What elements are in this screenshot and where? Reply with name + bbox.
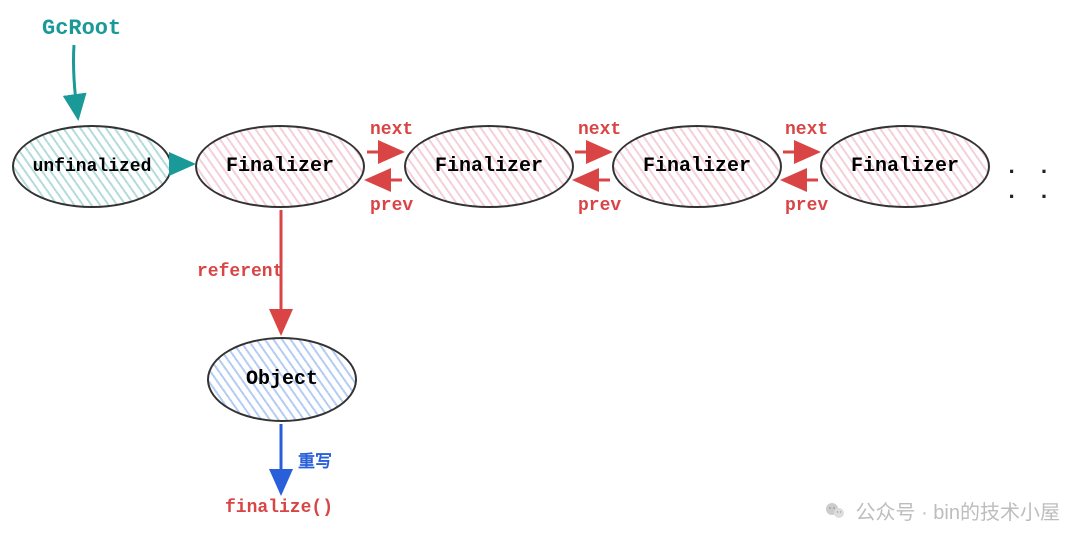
node-object-text: Object	[246, 368, 318, 391]
wechat-icon	[824, 499, 848, 523]
node-finalizer-3-text: Finalizer	[643, 155, 751, 178]
arrows-overlay	[0, 0, 1080, 543]
label-finalize: finalize()	[225, 498, 333, 518]
label-prev-23: prev	[578, 196, 621, 216]
node-unfinalized-text: unfinalized	[33, 157, 152, 177]
arrow-gcroot-to-unfinalized	[74, 45, 79, 118]
node-finalizer-1-text: Finalizer	[226, 155, 334, 178]
label-referent: referent	[197, 262, 283, 282]
node-finalizer-4: Finalizer	[820, 125, 990, 208]
ellipsis: . . . .	[1005, 155, 1080, 205]
node-unfinalized: unfinalized	[12, 125, 172, 208]
label-next-23: next	[578, 120, 621, 140]
node-finalizer-4-text: Finalizer	[851, 155, 959, 178]
node-object: Object	[207, 337, 357, 422]
watermark: 公众号 · bin的技术小屋	[824, 496, 1060, 525]
node-finalizer-2-text: Finalizer	[435, 155, 543, 178]
node-finalizer-3: Finalizer	[612, 125, 782, 208]
label-next-34: next	[785, 120, 828, 140]
label-prev-12: prev	[370, 196, 413, 216]
gcroot-label: GcRoot	[42, 16, 121, 41]
watermark-text: 公众号 · bin的技术小屋	[856, 496, 1060, 525]
node-finalizer-1: Finalizer	[195, 125, 365, 208]
label-prev-34: prev	[785, 196, 828, 216]
label-override: 重写	[298, 447, 332, 473]
label-next-12: next	[370, 120, 413, 140]
node-finalizer-2: Finalizer	[404, 125, 574, 208]
